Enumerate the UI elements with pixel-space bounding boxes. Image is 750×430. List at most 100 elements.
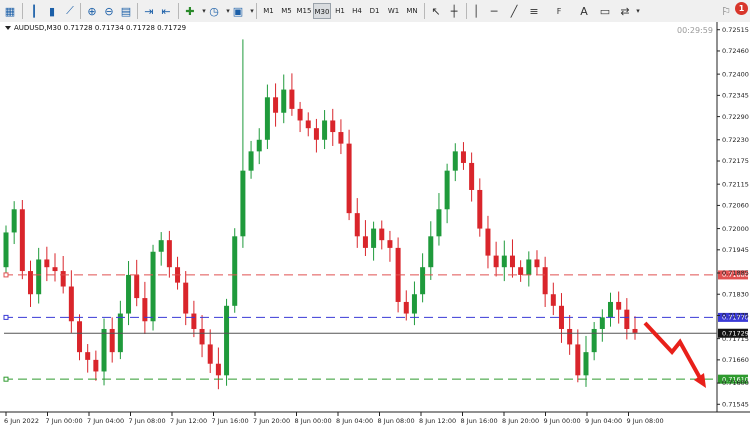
price-label: 0.71545	[722, 400, 749, 408]
timeframe-h4[interactable]: H4	[349, 3, 365, 19]
candle-body	[150, 251, 156, 322]
candle-body	[518, 267, 524, 275]
candle-body	[452, 151, 458, 171]
candle-body	[256, 139, 262, 152]
fibonacci-icon[interactable]: F	[551, 3, 567, 19]
candle-body	[469, 162, 475, 190]
level-anchor-handle[interactable]	[3, 272, 9, 278]
price-label: 0.71715	[722, 335, 749, 343]
candle-timer: 00:29:59	[677, 26, 713, 35]
candle-body	[273, 97, 279, 113]
candle-body	[52, 267, 58, 272]
candle-body	[403, 301, 409, 314]
time-label: 7 Jun 16:00	[212, 417, 249, 425]
bar-chart-icon[interactable]: ┃	[26, 3, 42, 19]
candle-body	[624, 309, 630, 329]
candle-body	[264, 97, 270, 140]
time-label: 9 Jun 08:00	[627, 417, 664, 425]
time-label: 9 Jun 00:00	[544, 417, 581, 425]
price-label: 0.72460	[722, 47, 749, 55]
time-label: 6 Jun 2022	[4, 417, 39, 425]
candle-body	[44, 259, 50, 268]
price-chart[interactable]: 0.718800.717700.717290.71610 0.725150.72…	[0, 22, 750, 430]
candle-body	[477, 189, 483, 229]
timeframe-m5[interactable]: M5	[278, 3, 295, 19]
candle-body	[85, 352, 91, 360]
timeframe-h1[interactable]: H1	[332, 3, 348, 19]
toolbar-separator	[80, 3, 81, 19]
price-label: 0.72345	[722, 92, 749, 100]
toolbar-separator	[22, 3, 23, 19]
price-label: 0.71660	[722, 356, 749, 364]
text-tool-icon[interactable]: A	[576, 3, 592, 19]
candle-body	[3, 232, 9, 268]
chart-background	[0, 22, 750, 430]
timeframe-m1[interactable]: M1	[260, 3, 277, 19]
chart-shift-icon[interactable]: ⇤	[158, 3, 174, 19]
candle-body	[330, 120, 336, 133]
horizontal-line-icon[interactable]: ─	[486, 3, 502, 19]
timeframe-m15[interactable]: M15	[295, 3, 313, 19]
candle-body	[583, 352, 589, 376]
new-chart-icon[interactable]: ▦	[2, 3, 18, 19]
candle-body	[558, 305, 564, 329]
candle-body	[77, 321, 83, 353]
candle-body	[134, 274, 140, 299]
level-anchor-handle[interactable]	[3, 376, 9, 382]
candle-body	[183, 282, 189, 314]
tile-windows-icon[interactable]: ▤	[118, 3, 134, 19]
time-label: 7 Jun 00:00	[46, 417, 83, 425]
text-label-icon[interactable]: ▭	[597, 3, 613, 19]
candle-body	[607, 301, 613, 318]
price-label: 0.72115	[722, 180, 749, 188]
candle-body	[305, 120, 311, 129]
candle-body	[379, 228, 385, 241]
candle-body	[550, 294, 556, 306]
timeframe-w1[interactable]: W1	[385, 3, 402, 19]
timeframe-mn[interactable]: MN	[403, 3, 421, 19]
time-label: 7 Jun 12:00	[170, 417, 207, 425]
candle-body	[534, 259, 540, 268]
candle-body	[616, 301, 622, 310]
chevron-down-icon[interactable]: ▾	[244, 3, 260, 19]
vertical-line-icon[interactable]: │	[468, 3, 484, 19]
toolbar-separator	[466, 3, 467, 19]
candle-body	[126, 274, 132, 314]
chart-info-header: AUDUSD,M30 0.71728 0.71734 0.71728 0.717…	[14, 24, 186, 32]
candlestick-icon[interactable]: ▮	[44, 3, 60, 19]
level-anchor-handle[interactable]	[3, 314, 9, 320]
candle-body	[632, 328, 638, 333]
chevron-down-icon[interactable]: ▾	[630, 3, 646, 19]
candle-body	[338, 132, 344, 144]
auto-scroll-icon[interactable]: ⇥	[141, 3, 157, 19]
candle	[224, 298, 230, 386]
time-label: 8 Jun 08:00	[378, 417, 415, 425]
price-label: 0.72175	[722, 157, 749, 165]
crosshair-icon[interactable]: ┼	[446, 3, 462, 19]
price-label: 0.72290	[722, 113, 749, 121]
time-label: 8 Jun 12:00	[419, 417, 456, 425]
trendline-icon[interactable]: ╱	[506, 3, 522, 19]
candle-body	[215, 363, 221, 376]
candle-body	[346, 143, 352, 214]
line-chart-icon[interactable]: ⟋	[62, 3, 78, 19]
timeframe-m30[interactable]: M30	[313, 3, 331, 19]
candle-body	[575, 344, 581, 376]
candle-body	[599, 317, 605, 329]
price-label: 0.72230	[722, 136, 749, 144]
time-label: 8 Jun 04:00	[336, 417, 373, 425]
candle-body	[411, 294, 417, 314]
candle-body	[567, 328, 573, 345]
zoom-out-icon[interactable]: ⊖	[101, 3, 117, 19]
timeframe-d1[interactable]: D1	[366, 3, 383, 19]
channel-icon[interactable]: ≡	[526, 3, 542, 19]
bell-icon[interactable]: ⚐	[718, 3, 734, 19]
cursor-icon[interactable]: ↖	[428, 3, 444, 19]
price-label: 0.71775	[722, 312, 749, 320]
candle-body	[460, 151, 466, 163]
time-label: 7 Jun 04:00	[87, 417, 124, 425]
notification-badge[interactable]: 1	[735, 2, 748, 15]
zoom-in-icon[interactable]: ⊕	[84, 3, 100, 19]
candle-body	[101, 328, 107, 372]
candle-body	[493, 255, 499, 268]
